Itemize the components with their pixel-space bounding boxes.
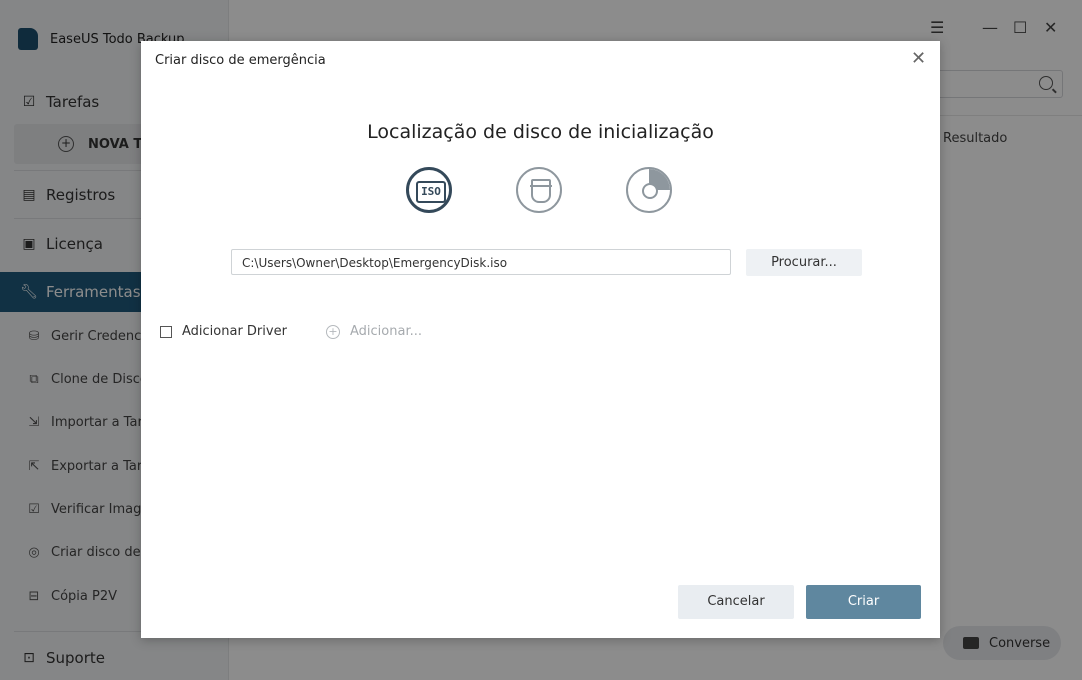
dialog-title: Criar disco de emergência [155, 53, 326, 68]
iso-icon: ISO [416, 181, 446, 203]
path-input[interactable]: C:\Users\Owner\Desktop\EmergencyDisk.iso [231, 249, 731, 275]
usb-icon [530, 179, 552, 203]
cancel-button[interactable]: Cancelar [678, 585, 794, 619]
create-button[interactable]: Criar [806, 585, 921, 619]
add-icon: + [326, 325, 340, 339]
browse-button[interactable]: Procurar... [746, 249, 862, 276]
dialog-heading: Localização de disco de inicialização [367, 121, 714, 143]
iso-option[interactable]: ISO [406, 167, 452, 213]
cd-hole [642, 183, 658, 199]
emergency-disk-dialog: Criar disco de emergência ✕ Localização … [141, 41, 940, 638]
add-driver-label[interactable]: Adicionar Driver [182, 324, 287, 339]
usb-option[interactable] [516, 167, 562, 213]
add-driver-button[interactable]: Adicionar... [350, 324, 422, 339]
close-icon[interactable]: ✕ [911, 50, 926, 68]
add-driver-checkbox[interactable] [160, 326, 172, 338]
cd-option[interactable] [626, 167, 672, 213]
